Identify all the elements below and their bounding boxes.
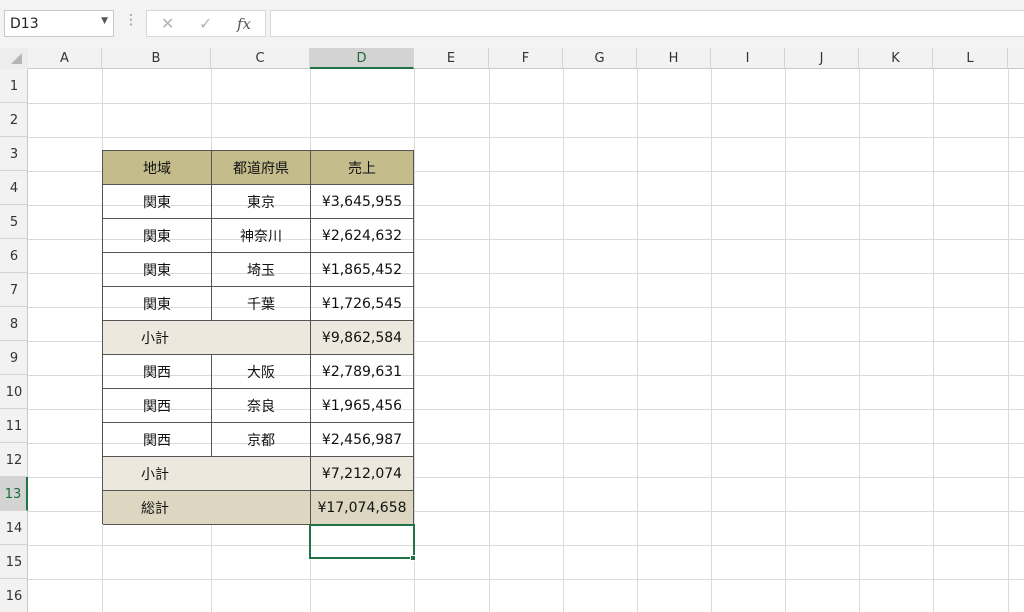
gridline-vertical (637, 48, 638, 612)
column-header-i[interactable]: I (711, 48, 785, 69)
row-header-12[interactable]: 12 (0, 443, 28, 477)
gridline-vertical (1008, 48, 1009, 612)
subtotal-sales[interactable]: ¥7,212,074 (311, 457, 414, 491)
cell-prefecture[interactable]: 大阪 (212, 355, 311, 389)
gridline-vertical (563, 48, 564, 612)
row-header-5[interactable]: 5 (0, 205, 28, 239)
row-header-14[interactable]: 14 (0, 511, 28, 545)
cell-sales[interactable]: ¥3,645,955 (311, 185, 414, 219)
cell-prefecture[interactable]: 神奈川 (212, 219, 311, 253)
cell-region[interactable]: 関東 (103, 185, 212, 219)
cell-prefecture[interactable]: 京都 (212, 423, 311, 457)
name-box[interactable]: D13 ▼ (4, 10, 114, 37)
cell-prefecture[interactable]: 千葉 (212, 287, 311, 321)
column-header-j[interactable]: J (785, 48, 859, 69)
row-header-15[interactable]: 15 (0, 545, 28, 579)
formula-buttons: ✕ ✓ fx (146, 10, 266, 37)
cell-region[interactable]: 関西 (103, 355, 212, 389)
cell-sales[interactable]: ¥1,965,456 (311, 389, 414, 423)
select-all-button[interactable] (0, 48, 28, 69)
gridline-vertical (785, 48, 786, 612)
active-cell-d13[interactable] (309, 524, 415, 559)
cell-region[interactable]: 関東 (103, 253, 212, 287)
header-prefecture[interactable]: 都道府県 (212, 151, 311, 185)
cell-region[interactable]: 関西 (103, 389, 212, 423)
name-box-value: D13 (10, 16, 39, 32)
row-header-10[interactable]: 10 (0, 375, 28, 409)
column-header-b[interactable]: B (102, 48, 211, 69)
subtotal-label[interactable]: 小計 (103, 321, 311, 355)
cell-sales[interactable]: ¥1,726,545 (311, 287, 414, 321)
column-header-f[interactable]: F (489, 48, 563, 69)
row-header-3[interactable]: 3 (0, 137, 28, 171)
row-header-2[interactable]: 2 (0, 103, 28, 137)
row-header-16[interactable]: 16 (0, 579, 28, 612)
header-sales[interactable]: 売上 (311, 151, 414, 185)
row-header-8[interactable]: 8 (0, 307, 28, 341)
column-header-d[interactable]: D (310, 48, 414, 69)
cell-prefecture[interactable]: 奈良 (212, 389, 311, 423)
select-all-icon (11, 53, 22, 64)
cell-prefecture[interactable]: 東京 (212, 185, 311, 219)
cell-region[interactable]: 関東 (103, 287, 212, 321)
gridline-horizontal (0, 579, 1024, 580)
gridline-horizontal (0, 545, 1024, 546)
gridline-horizontal (0, 137, 1024, 138)
gridline-vertical (489, 48, 490, 612)
total-label[interactable]: 総計 (103, 491, 311, 525)
row-header-6[interactable]: 6 (0, 239, 28, 273)
insert-function-icon[interactable]: fx (237, 15, 251, 33)
formula-input[interactable] (270, 10, 1024, 37)
cancel-icon[interactable]: ✕ (161, 14, 174, 33)
row-header-4[interactable]: 4 (0, 171, 28, 205)
row-header-13[interactable]: 13 (0, 477, 28, 511)
column-header-h[interactable]: H (637, 48, 711, 69)
cell-prefecture[interactable]: 埼玉 (212, 253, 311, 287)
cell-sales[interactable]: ¥2,789,631 (311, 355, 414, 389)
name-box-dropdown-icon[interactable]: ▼ (101, 16, 108, 26)
cell-sales[interactable]: ¥2,456,987 (311, 423, 414, 457)
column-header-l[interactable]: L (933, 48, 1008, 69)
row-header-7[interactable]: 7 (0, 273, 28, 307)
cell-sales[interactable]: ¥2,624,632 (311, 219, 414, 253)
subtotal-sales[interactable]: ¥9,862,584 (311, 321, 414, 355)
worksheet-grid[interactable]: ABCDEFGHIJKL 1 2 3 4 5 6 7 8 9 10 11 12 13 14 15 16 地域 … (0, 48, 1024, 612)
enter-icon[interactable]: ✓ (199, 14, 212, 33)
total-sales[interactable]: ¥17,074,658 (311, 491, 414, 525)
column-header-c[interactable]: C (211, 48, 310, 69)
cell-sales[interactable]: ¥1,865,452 (311, 253, 414, 287)
column-header-g[interactable]: G (563, 48, 637, 69)
row-header-11[interactable]: 11 (0, 409, 28, 443)
cell-region[interactable]: 関西 (103, 423, 212, 457)
row-header-1[interactable]: 1 (0, 69, 28, 103)
formula-bar-grip-icon[interactable]: ⋮ (124, 12, 138, 28)
column-header-e[interactable]: E (414, 48, 489, 69)
fill-handle[interactable] (410, 555, 416, 561)
formula-bar: D13 ▼ ⋮ ✕ ✓ fx (0, 0, 1024, 48)
cell-region[interactable]: 関東 (103, 219, 212, 253)
gridline-horizontal (0, 103, 1024, 104)
header-region[interactable]: 地域 (103, 151, 212, 185)
gridline-vertical (933, 48, 934, 612)
column-header-k[interactable]: K (859, 48, 933, 69)
gridline-vertical (711, 48, 712, 612)
row-header-9[interactable]: 9 (0, 341, 28, 375)
gridline-vertical (859, 48, 860, 612)
subtotal-label[interactable]: 小計 (103, 457, 311, 491)
column-header-a[interactable]: A (28, 48, 102, 69)
